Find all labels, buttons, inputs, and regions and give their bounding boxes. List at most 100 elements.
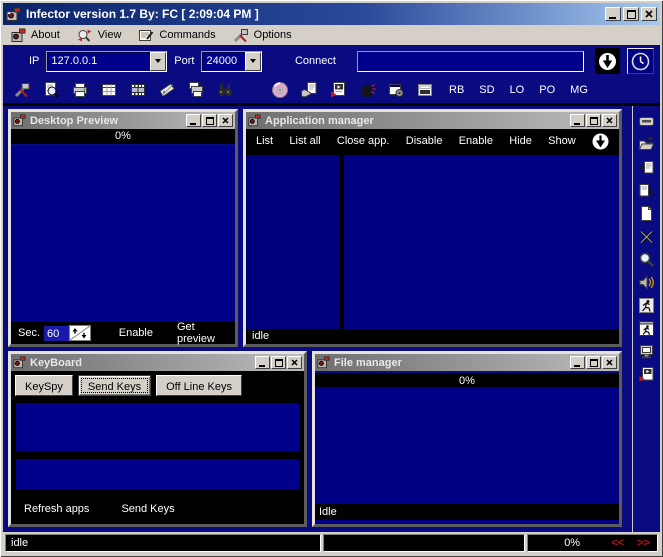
list-button[interactable]: List — [256, 135, 273, 147]
film-icon[interactable] — [129, 81, 147, 99]
enable-button[interactable]: Enable — [459, 135, 493, 147]
power-down-button[interactable] — [595, 48, 620, 74]
application-manager-title-bar[interactable]: Application manager — [246, 112, 619, 129]
window-icon-camera — [13, 114, 26, 127]
application-list[interactable] — [246, 155, 340, 329]
keyboard-title-bar[interactable]: KeyBoard — [11, 354, 304, 371]
tags-icon[interactable] — [158, 81, 176, 99]
toolbar-label-sd[interactable]: SD — [479, 84, 494, 96]
sec-spinner[interactable] — [69, 325, 91, 341]
toolbar-label-po[interactable]: PO — [539, 84, 555, 96]
table-icon[interactable] — [100, 81, 118, 99]
app-icon — [6, 7, 21, 22]
print-preview-icon[interactable] — [42, 81, 60, 99]
minimize-button[interactable] — [255, 356, 270, 369]
maximize-button[interactable] — [586, 356, 601, 369]
file-manager-title-bar[interactable]: File manager — [315, 354, 619, 371]
print-icon[interactable] — [71, 81, 89, 99]
list-all-button[interactable]: List all — [289, 135, 320, 147]
desktop-preview-title-bar[interactable]: Desktop Preview — [11, 112, 235, 129]
minimize-button[interactable] — [605, 7, 621, 21]
ip-value[interactable]: 127.0.0.1 — [47, 52, 150, 71]
port-combobox[interactable]: 24000 — [201, 51, 262, 72]
find-icon[interactable] — [216, 81, 234, 99]
back-arrows-button[interactable]: << — [611, 537, 624, 549]
sec-value-field[interactable]: 60 — [44, 326, 69, 341]
paste-doc-icon[interactable] — [638, 159, 655, 176]
close-button[interactable] — [218, 114, 233, 127]
speak-icon[interactable] — [358, 81, 376, 99]
close-button[interactable] — [287, 356, 302, 369]
close-button[interactable] — [602, 356, 617, 369]
new-doc-icon[interactable] — [638, 205, 655, 222]
file-list-panel[interactable] — [315, 387, 619, 504]
hide-button[interactable]: Hide — [509, 135, 532, 147]
monitor-icon[interactable] — [638, 343, 655, 360]
close-button[interactable] — [602, 114, 617, 127]
send-keys-input[interactable] — [16, 459, 299, 490]
port-value[interactable]: 24000 — [202, 52, 245, 71]
menu-commands[interactable]: Commands — [132, 27, 226, 44]
toolbar-label-mg[interactable]: MG — [570, 84, 588, 96]
menu-options[interactable]: Options — [227, 27, 303, 44]
minimize-button[interactable] — [570, 114, 585, 127]
clock-button[interactable] — [627, 48, 654, 74]
send-keys-action-button[interactable]: Send Keys — [121, 503, 174, 515]
minimize-button[interactable] — [186, 114, 201, 127]
media-icon[interactable] — [329, 81, 347, 99]
menu-about-label: About — [31, 29, 60, 41]
get-preview-button[interactable]: Get preview — [177, 321, 228, 345]
menu-about[interactable]: About — [5, 27, 71, 44]
maximize-button[interactable] — [202, 114, 217, 127]
application-icon[interactable] — [387, 81, 405, 99]
status-text: idle — [11, 537, 28, 549]
mdi-area: Desktop Preview 0% Sec. 60 Enable Get pr… — [3, 106, 660, 532]
minimize-button[interactable] — [570, 356, 585, 369]
window-icon[interactable] — [416, 81, 434, 99]
titlebar-button-icon[interactable] — [638, 113, 655, 130]
toolbar-label-lo[interactable]: LO — [510, 84, 525, 96]
application-detail-panel[interactable] — [344, 155, 619, 329]
keylog-textarea[interactable] — [16, 403, 299, 451]
open-folder-icon[interactable] — [638, 136, 655, 153]
connect-button[interactable]: Connect — [295, 55, 336, 67]
show-button[interactable]: Show — [548, 135, 576, 147]
send-file-icon[interactable] — [300, 81, 318, 99]
export-doc-icon[interactable] — [638, 182, 655, 199]
disable-button[interactable]: Disable — [406, 135, 443, 147]
ip-dropdown-button[interactable] — [150, 52, 166, 71]
options-icon — [233, 28, 249, 43]
menu-bar: About View Commands Options — [3, 25, 660, 45]
forward-arrows-button[interactable]: >> — [637, 537, 650, 549]
run-icon[interactable] — [638, 297, 655, 314]
offline-keys-button[interactable]: Off Line Keys — [156, 375, 242, 396]
refresh-apps-button[interactable]: Refresh apps — [24, 503, 89, 515]
toolbar-label-rb[interactable]: RB — [449, 84, 464, 96]
print-queue-icon[interactable] — [187, 81, 205, 99]
maximize-button[interactable] — [623, 7, 639, 21]
send-keys-button[interactable]: Send Keys — [78, 375, 151, 396]
close-button[interactable] — [641, 7, 657, 21]
media-clip-icon[interactable] — [638, 366, 655, 383]
maximize-button[interactable] — [271, 356, 286, 369]
close-app-button[interactable]: Close app. — [337, 135, 390, 147]
delete-icon[interactable] — [638, 228, 655, 245]
menu-options-label: Options — [254, 29, 292, 41]
search-icon[interactable] — [638, 251, 655, 268]
command-input[interactable] — [357, 51, 584, 72]
tools-icon[interactable] — [13, 81, 31, 99]
speaker-icon[interactable] — [638, 274, 655, 291]
client-area: IP 127.0.0.1 Port 24000 Connect — [3, 45, 660, 532]
run-window-icon[interactable] — [638, 320, 655, 337]
enable-button[interactable]: Enable — [119, 327, 153, 339]
application-manager-status: idle — [246, 329, 619, 344]
menu-view[interactable]: View — [71, 27, 133, 44]
port-dropdown-button[interactable] — [245, 52, 261, 71]
chevron-down-icon — [250, 59, 256, 63]
keyspy-button[interactable]: KeySpy — [15, 375, 73, 396]
title-bar[interactable]: Infector version 1.7 By: FC [ 2:09:04 PM… — [3, 3, 660, 25]
power-down-button[interactable] — [592, 133, 609, 150]
maximize-button[interactable] — [586, 114, 601, 127]
cd-icon[interactable] — [271, 81, 289, 99]
ip-combobox[interactable]: 127.0.0.1 — [46, 51, 167, 72]
